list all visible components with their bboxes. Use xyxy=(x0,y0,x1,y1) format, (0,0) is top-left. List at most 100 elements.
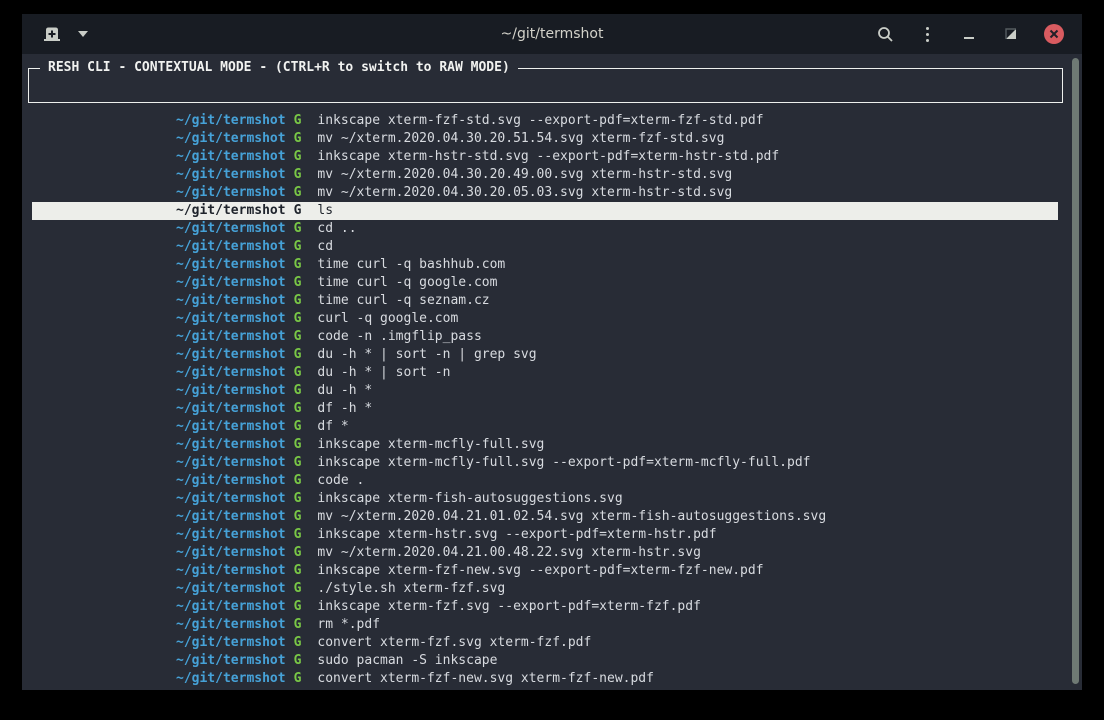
history-row[interactable]: ~/git/termshotGsudo pacman -S inkscape xyxy=(32,652,1058,670)
history-row[interactable]: ~/git/termshotGinkscape xterm-fzf.svg --… xyxy=(32,598,1058,616)
git-flag: G xyxy=(294,509,302,524)
history-path: ~/git/termshot xyxy=(176,599,286,614)
history-row[interactable]: ~/git/termshotGcd xyxy=(32,238,1058,256)
git-flag: G xyxy=(294,149,302,164)
history-path: ~/git/termshot xyxy=(176,671,286,686)
tab-dropdown-button[interactable] xyxy=(76,24,90,44)
history-row[interactable]: ~/git/termshotGdu -h * | sort -n xyxy=(32,364,1058,382)
close-button[interactable] xyxy=(1044,24,1064,44)
history-path: ~/git/termshot xyxy=(176,149,286,164)
history-path: ~/git/termshot xyxy=(176,329,286,344)
history-path: ~/git/termshot xyxy=(176,221,286,236)
git-flag: G xyxy=(294,419,302,434)
git-flag: G xyxy=(294,167,302,182)
history-row[interactable]: ~/git/termshotGrm *.pdf xyxy=(32,616,1058,634)
search-button[interactable] xyxy=(876,25,894,43)
history-row[interactable]: ~/git/termshotGdu -h * | sort -n | grep … xyxy=(32,346,1058,364)
git-flag: G xyxy=(294,599,302,614)
history-row[interactable]: ~/git/termshot Gcode . xyxy=(32,472,1058,490)
history-command: inkscape xterm-hstr.svg --export-pdf=xte… xyxy=(317,527,716,542)
scrollbar-thumb[interactable] xyxy=(1072,58,1079,684)
history-command: ./style.sh xterm-fzf.svg xyxy=(317,581,505,596)
history-path: ~/git/termshot xyxy=(176,473,286,488)
git-flag: G xyxy=(294,113,302,128)
git-flag: G xyxy=(294,437,302,452)
history-row[interactable]: ~/git/termshot Gtime curl -q bashhub.com xyxy=(32,256,1058,274)
history-row[interactable]: ~/git/termshotGmv ~/xterm.2020.04.21.00.… xyxy=(32,544,1058,562)
history-path: ~/git/termshot xyxy=(176,257,286,272)
history-command: time curl -q bashhub.com xyxy=(317,257,505,272)
history-row[interactable]: ~/git/termshotGconvert xterm-fzf-new.svg… xyxy=(32,670,1058,688)
history-command: time curl -q google.com xyxy=(317,275,497,290)
history-row[interactable]: ~/git/termshot Gtime curl -q google.com xyxy=(32,274,1058,292)
history-command: time curl -q seznam.cz xyxy=(317,293,489,308)
git-flag: G xyxy=(294,545,302,560)
history-path: ~/git/termshot xyxy=(176,185,286,200)
history-row[interactable]: ~/git/termshotGinkscape xterm-mcfly-full… xyxy=(32,454,1058,472)
history-path: ~/git/termshot xyxy=(176,563,286,578)
history-row[interactable]: ~/git/termshotGinkscape xterm-hstr-std.s… xyxy=(32,148,1058,166)
git-flag: G xyxy=(294,275,302,290)
history-command: code . xyxy=(317,473,364,488)
history-path: ~/git/termshot xyxy=(176,293,286,308)
history-row[interactable]: ~/git/termshotGdf * xyxy=(32,418,1058,436)
history-row[interactable]: ~/git/termshot Gtime curl -q seznam.cz xyxy=(32,292,1058,310)
history-row[interactable]: ~/git/termshotGinkscape xterm-mcfly-full… xyxy=(32,436,1058,454)
history-row[interactable]: ~/git/termshotGinkscape xterm-fish-autos… xyxy=(32,490,1058,508)
history-path: ~/git/termshot xyxy=(176,581,286,596)
history-path: ~/git/termshot xyxy=(176,347,286,362)
history-row[interactable]: ~/git/termshotGdf -h * xyxy=(32,400,1058,418)
menu-button[interactable] xyxy=(918,25,936,43)
history-row[interactable]: ~/git/termshotGconvert xterm-fzf.svg xte… xyxy=(32,634,1058,652)
history-row[interactable]: ~/git/termshotGmv ~/xterm.2020.04.21.01.… xyxy=(32,508,1058,526)
minimize-button[interactable] xyxy=(960,25,978,43)
history-path: ~/git/termshot xyxy=(176,419,286,434)
git-flag: G xyxy=(294,257,302,272)
git-flag: G xyxy=(294,401,302,416)
history-row[interactable]: ~/git/termshotGdu -h * xyxy=(32,382,1058,400)
history-row[interactable]: ~/git/termshot Ginkscape xterm-fzf-std.sv… xyxy=(32,112,1058,130)
history-path: ~/git/termshot xyxy=(176,617,286,632)
history-row[interactable]: ~/git/termshotG./style.sh xterm-fzf.svg xyxy=(32,580,1058,598)
git-flag: G xyxy=(294,185,302,200)
history-row[interactable]: ~/git/termshotGmv ~/xterm.2020.04.30.20.… xyxy=(32,130,1058,148)
history-row[interactable]: ~/git/termshotGmv ~/xterm.2020.04.30.20.… xyxy=(32,166,1058,184)
history-row[interactable]: ~/git/termshotGcurl -q google.com xyxy=(32,310,1058,328)
history-command: inkscape xterm-mcfly-full.svg xyxy=(317,437,544,452)
history-command: mv ~/xterm.2020.04.30.20.49.00.svg xterm… xyxy=(317,167,732,182)
git-flag: G xyxy=(294,347,302,362)
history-command: convert xterm-fzf-new.svg xterm-fzf-new.… xyxy=(317,671,654,686)
history-path: ~/git/termshot xyxy=(176,509,286,524)
history-path: ~/git/termshot xyxy=(176,383,286,398)
history-row[interactable]: ~/git/termshotGmv ~/xterm.2020.04.30.20.… xyxy=(32,184,1058,202)
history-row[interactable]: ~/git/termshotGinkscape xterm-hstr.svg -… xyxy=(32,526,1058,544)
history-path: ~/git/termshot xyxy=(176,113,286,128)
new-tab-button[interactable] xyxy=(42,24,62,44)
history-path: ~/git/termshot xyxy=(176,635,286,650)
history-row[interactable]: ~/git/termshot Gcode -n .imgflip_pass xyxy=(32,328,1058,346)
restore-button[interactable] xyxy=(1002,25,1020,43)
history-path: ~/git/termshot xyxy=(176,203,286,218)
git-flag: G xyxy=(294,311,302,326)
git-flag: G xyxy=(294,293,302,308)
resh-search-box[interactable]: RESH CLI - CONTEXTUAL MODE - (CTRL+R to … xyxy=(28,68,1063,103)
history-command: inkscape xterm-mcfly-full.svg --export-p… xyxy=(317,455,810,470)
history-command: inkscape xterm-fzf-std.svg --export-pdf=… xyxy=(317,113,763,128)
history-path: ~/git/termshot xyxy=(176,275,286,290)
history-command: code -n .imgflip_pass xyxy=(317,329,481,344)
history-path: ~/git/termshot xyxy=(176,491,286,506)
git-flag: G xyxy=(294,383,302,398)
search-icon xyxy=(877,26,894,43)
history-command: mv ~/xterm.2020.04.30.20.51.54.svg xterm… xyxy=(317,131,724,146)
git-flag: G xyxy=(294,329,302,344)
history-row[interactable]: ~/git/termshotGinkscape xterm-fzf-new.sv… xyxy=(32,562,1058,580)
resh-mode-title: RESH CLI - CONTEXTUAL MODE - (CTRL+R to … xyxy=(40,59,518,77)
history-row[interactable]: ~/git/termshotGcd .. xyxy=(32,220,1058,238)
history-command: ls xyxy=(317,203,333,218)
git-flag: G xyxy=(294,653,302,668)
history-path: ~/git/termshot xyxy=(176,527,286,542)
history-path: ~/git/termshot xyxy=(176,653,286,668)
git-flag: G xyxy=(294,473,302,488)
history-path: ~/git/termshot xyxy=(176,545,286,560)
history-row[interactable]: ~/git/termshotGls xyxy=(32,202,1058,220)
